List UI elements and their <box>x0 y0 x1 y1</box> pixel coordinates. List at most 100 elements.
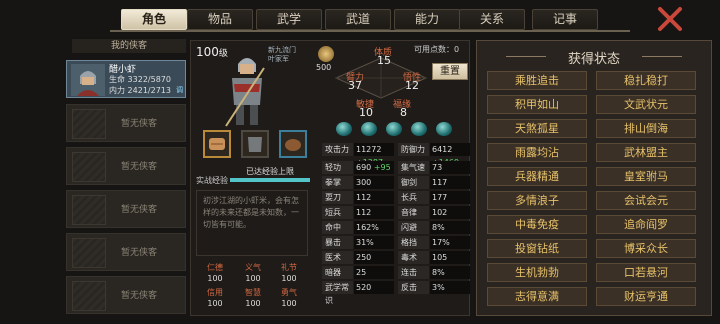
stat-value: 690 +95 <box>354 161 394 174</box>
stat-value: 300 <box>354 176 394 189</box>
status-badge[interactable]: 稳扎稳打 <box>596 71 696 90</box>
status-badge[interactable]: 中毒免疫 <box>487 215 587 234</box>
status-badge[interactable]: 排山倒海 <box>596 119 696 138</box>
hero-extra: 调 <box>176 86 183 94</box>
stat-value: 520 <box>354 281 394 294</box>
stat-value: 8% <box>430 266 470 279</box>
hero-slot[interactable]: 醋小虾 生命 3322/5870 内力 2421/2713 调 <box>66 60 186 98</box>
perception-value: 12 <box>405 79 419 92</box>
tab-abilities[interactable]: 能力 <box>394 9 460 30</box>
stat-label: 拳掌 <box>322 176 353 189</box>
slot-placeholder <box>72 195 106 225</box>
status-badge[interactable]: 追命阎罗 <box>596 215 696 234</box>
status-badge[interactable]: 投窗钻纸 <box>487 239 587 258</box>
free-points-label: 可用点数： <box>414 45 454 54</box>
slot-placeholder <box>72 109 106 139</box>
stat-bonus: +95 <box>373 163 391 172</box>
stat-value: 250 <box>354 251 394 264</box>
virtue-name: 仁德 <box>207 263 223 272</box>
gem-socket[interactable] <box>411 122 427 136</box>
slot-label: 暂无侠客 <box>121 205 158 215</box>
empty-slot[interactable]: 暂无侠客 <box>66 104 186 142</box>
sect-name: 新九流门 <box>268 46 296 54</box>
status-badge[interactable]: 财运亨通 <box>596 287 696 306</box>
status-badge[interactable]: 口若悬河 <box>596 263 696 282</box>
hp-label: 生命 <box>109 75 125 84</box>
stat-value: 25 <box>354 266 394 279</box>
empty-slot[interactable]: 暂无侠客 <box>66 147 186 185</box>
stat-number: 17% <box>432 238 450 247</box>
status-badge[interactable]: 博采众长 <box>596 239 696 258</box>
gem-socket[interactable] <box>361 122 377 136</box>
slot-placeholder <box>72 238 106 268</box>
stat-number: 300 <box>356 178 372 187</box>
slot-label: 暂无侠客 <box>121 291 158 301</box>
stat-label: 命中 <box>322 221 353 234</box>
stat-number: 112 <box>356 208 372 217</box>
virtue-value: 100 <box>245 299 261 308</box>
status-badge[interactable]: 生机勃勃 <box>487 263 587 282</box>
sect-info: 新九流门 叶家军 <box>268 46 296 64</box>
empty-slot[interactable]: 暂无侠客 <box>66 233 186 271</box>
status-badge[interactable]: 雨露均沾 <box>487 143 587 162</box>
stat-number: 177 <box>432 193 448 202</box>
free-points-value: 0 <box>454 45 460 54</box>
stat-value: 112 <box>354 206 394 219</box>
stat-number: 102 <box>432 208 448 217</box>
status-badge[interactable]: 皇室驸马 <box>596 167 696 186</box>
virtue-name: 智慧 <box>245 288 261 297</box>
status-badge[interactable]: 多情浪子 <box>487 191 587 210</box>
status-badge[interactable]: 志得意满 <box>487 287 587 306</box>
stat-value: 177 <box>430 191 470 204</box>
status-badge[interactable]: 武林盟主 <box>596 143 696 162</box>
hero-portrait <box>71 64 105 96</box>
stat-label: 医术 <box>322 251 353 264</box>
status-badge[interactable]: 文武状元 <box>596 95 696 114</box>
reset-button[interactable]: 重置 <box>432 63 468 80</box>
stat-number: 3% <box>432 283 445 292</box>
stat-label: 闪避 <box>398 221 429 234</box>
tab-character[interactable]: 角色 <box>121 9 187 30</box>
slot-label: 暂无侠客 <box>121 248 158 258</box>
status-badge[interactable]: 乘胜追击 <box>487 71 587 90</box>
tab-relations[interactable]: 关系 <box>459 9 525 30</box>
stat-label: 格挡 <box>398 236 429 249</box>
virtue-value: 100 <box>245 274 261 283</box>
stat-value: 112 <box>354 191 394 204</box>
empty-slot[interactable]: 暂无侠客 <box>66 190 186 228</box>
accessory-slot[interactable] <box>279 130 307 158</box>
stat-value: 31% +5% <box>354 236 394 260</box>
status-badge[interactable]: 积甲如山 <box>487 95 587 114</box>
virtue: 仁德 100 <box>200 262 230 284</box>
armor-slot[interactable] <box>241 130 269 158</box>
sidebar-title: 我的侠客 <box>72 39 186 53</box>
virtue-name: 礼节 <box>281 263 297 272</box>
status-badge[interactable]: 兵器精通 <box>487 167 587 186</box>
close-icon[interactable] <box>657 6 683 32</box>
mount-icon <box>285 139 301 151</box>
virtue: 智慧 100 <box>238 287 268 309</box>
stat-value: 162% <box>354 221 394 234</box>
gem-socket[interactable] <box>336 122 352 136</box>
status-badge[interactable]: 天煞孤星 <box>487 119 587 138</box>
tab-journal[interactable]: 记事 <box>532 9 598 30</box>
title-name: 叶家军 <box>268 55 289 63</box>
tab-martial-way[interactable]: 武道 <box>325 9 391 30</box>
xp-bar <box>230 178 310 182</box>
xp-bar-fill <box>230 178 310 182</box>
status-badge[interactable]: 会试会元 <box>596 191 696 210</box>
gem-socket[interactable] <box>386 122 402 136</box>
armor-icon <box>248 137 262 152</box>
virtue: 义气 100 <box>238 262 268 284</box>
weapon-slot[interactable] <box>203 130 231 158</box>
slot-placeholder <box>72 281 106 311</box>
stat-number: 31% <box>356 238 374 247</box>
stat-number: 25 <box>356 268 367 277</box>
gem-socket[interactable] <box>436 122 452 136</box>
tab-items[interactable]: 物品 <box>187 9 253 30</box>
tab-martial-arts[interactable]: 武学 <box>256 9 322 30</box>
stat-label: 武学常识 <box>322 281 353 305</box>
stat-number: 8% <box>432 223 445 232</box>
empty-slot[interactable]: 暂无侠客 <box>66 276 186 314</box>
stat-label: 连击 <box>398 266 429 279</box>
